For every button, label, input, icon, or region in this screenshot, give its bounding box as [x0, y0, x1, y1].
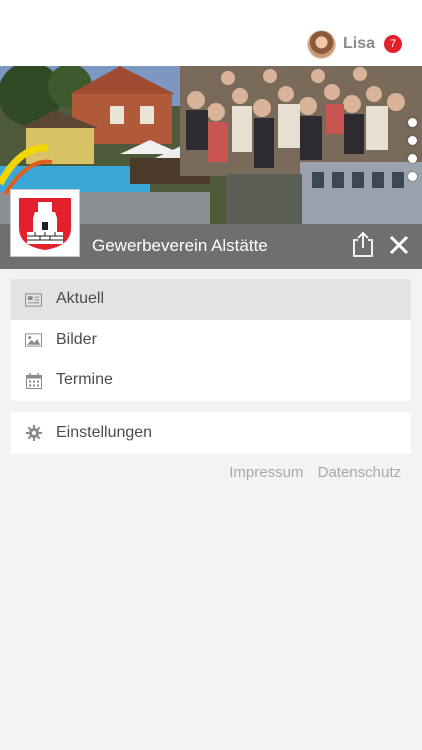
organization-name: Gewerbeverein Alstätte [92, 236, 268, 255]
menu-item-label: Termine [56, 371, 113, 389]
carousel-dot[interactable] [408, 118, 417, 127]
carousel-dots [408, 118, 420, 190]
user-profile[interactable]: Lisa 7 [307, 30, 402, 58]
calendar-icon [25, 372, 42, 389]
datenschutz-link[interactable]: Datenschutz [318, 464, 401, 481]
menu-item-bilder[interactable]: Bilder [11, 320, 411, 361]
carousel-dot[interactable] [408, 154, 417, 163]
menu-item-aktuell[interactable]: Aktuell [11, 279, 411, 320]
image-icon [25, 332, 42, 349]
carousel-dot[interactable] [408, 172, 417, 181]
newspaper-icon [25, 291, 42, 308]
share-button[interactable] [350, 229, 376, 259]
hero-header: Gewerbeverein Alstätte [0, 66, 422, 269]
footer-links: Impressum Datenschutz [219, 464, 401, 481]
avatar[interactable] [307, 30, 335, 58]
top-bar: Lisa 7 [0, 0, 422, 66]
coat-of-arms-icon [19, 198, 71, 250]
menu-item-termine[interactable]: Termine [11, 360, 411, 401]
share-icon [353, 231, 373, 257]
close-icon [389, 235, 409, 255]
menu-item-label: Aktuell [56, 290, 105, 308]
empty-content-area [11, 492, 411, 750]
user-name[interactable]: Lisa [343, 35, 375, 53]
org-logo [10, 189, 80, 257]
close-button[interactable] [386, 232, 412, 258]
menu-item-label: Bilder [56, 330, 97, 348]
gear-icon [25, 424, 42, 441]
notification-badge[interactable]: 7 [384, 35, 402, 53]
main-menu: Aktuell Bilder Termine [11, 279, 411, 401]
impressum-link[interactable]: Impressum [229, 464, 303, 481]
menu-item-label: Einstellungen [56, 424, 153, 441]
carousel-dot[interactable] [408, 136, 417, 145]
menu-item-einstellungen[interactable]: Einstellungen [11, 412, 411, 454]
